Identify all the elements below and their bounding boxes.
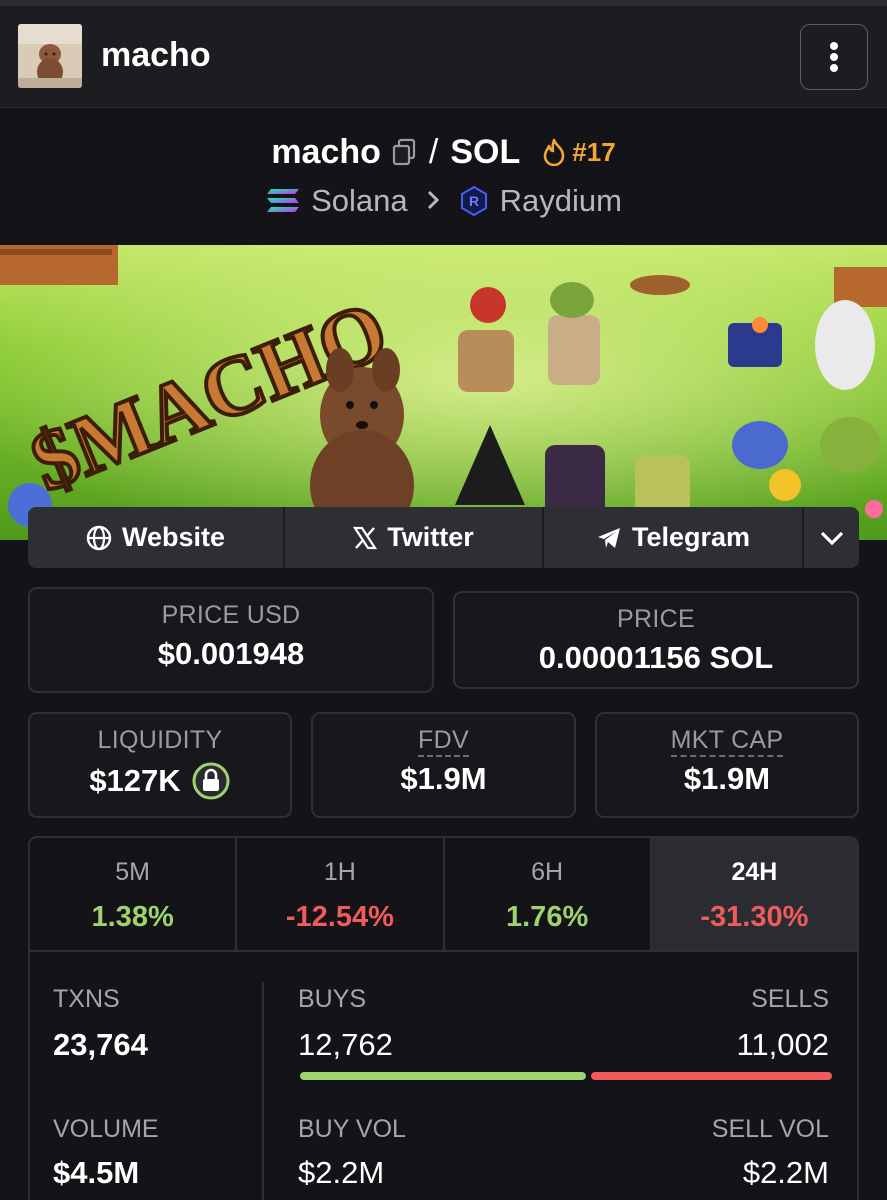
pair-title: macho / SOL #17 (0, 130, 887, 174)
panel-divider (262, 982, 264, 1200)
volume-label: VOLUME (53, 1115, 159, 1143)
fdv-value: $1.9M (400, 761, 487, 796)
tab-24h[interactable]: 24H -31.30% (651, 838, 857, 952)
buys-ratio-bar (300, 1072, 586, 1080)
sell-vol-value: $2.2M (742, 1155, 829, 1190)
locked-liquidity-icon[interactable] (191, 761, 231, 801)
txns-value: 23,764 (53, 1027, 148, 1062)
more-options-button[interactable] (800, 24, 868, 90)
raydium-icon: R (460, 185, 487, 217)
twitter-label: Twitter (387, 522, 474, 552)
buys-value: 12,762 (298, 1027, 393, 1062)
liquidity-card: LIQUIDITY $127K (28, 712, 292, 818)
mktcap-value: $1.9M (683, 761, 771, 796)
token-avatar[interactable] (18, 24, 82, 88)
copy-icon[interactable] (391, 138, 417, 166)
sell-vol-label: SELL VOL (711, 1115, 829, 1143)
solana-icon (267, 189, 300, 212)
base-token-name: macho (271, 132, 381, 171)
activity-panel: TXNS 23,764 BUYS 12,762 SELLS 11,002 VOL… (28, 950, 859, 1200)
timeframe-tabs: 5M 1.38% 1H -12.54% 6H 1.76% 24H -31.30% (28, 836, 859, 952)
tab-label: 1H (323, 858, 356, 886)
buys-label: BUYS (298, 985, 367, 1013)
price-native-card: PRICE 0.00001156 SOL (453, 591, 859, 689)
fdv-card[interactable]: FDV $1.9M (311, 712, 576, 818)
telegram-link[interactable]: Telegram (544, 507, 804, 568)
social-links-bar: Website Twitter Telegram (28, 507, 859, 568)
sells-ratio-bar (591, 1072, 832, 1080)
svg-text:R: R (469, 193, 479, 209)
website-label: Website (121, 522, 226, 552)
liquidity-value: $127K (89, 763, 181, 798)
price-native-label: PRICE (617, 605, 695, 633)
chevron-right-icon (426, 183, 440, 219)
website-link[interactable]: Website (28, 507, 285, 568)
chevron-down-icon (820, 531, 843, 545)
tab-5m[interactable]: 5M 1.38% (30, 838, 238, 952)
tab-label: 24H (731, 858, 778, 886)
app-header: macho (0, 6, 887, 108)
tab-label: 5M (115, 858, 150, 886)
tab-1h[interactable]: 1H -12.54% (237, 838, 445, 952)
price-usd-value: $0.001948 (157, 636, 305, 671)
change-value: 1.76% (506, 901, 589, 933)
chain-breadcrumb: Solana R Raydium (0, 180, 887, 222)
mktcap-card[interactable]: MKT CAP $1.9M (595, 712, 859, 818)
change-value: 1.38% (91, 901, 174, 933)
volume-value: $4.5M (53, 1155, 140, 1190)
pair-separator: / (428, 132, 439, 171)
buy-vol-value: $2.2M (298, 1155, 385, 1190)
telegram-icon (597, 527, 620, 548)
globe-icon (86, 525, 112, 550)
buy-vol-label: BUY VOL (298, 1115, 406, 1143)
dex-name[interactable]: Raydium (500, 183, 622, 219)
token-banner: $MACHO (0, 245, 887, 540)
change-value: -31.30% (700, 901, 809, 933)
sells-value: 11,002 (736, 1027, 829, 1062)
more-links-button[interactable] (804, 507, 859, 568)
price-native-value: 0.00001156 SOL (538, 640, 774, 675)
app-title: macho (101, 36, 211, 74)
kebab-menu-icon (830, 42, 838, 72)
tab-6h[interactable]: 6H 1.76% (445, 838, 652, 952)
price-usd-label: PRICE USD (161, 601, 301, 629)
rank-value: #17 (572, 136, 616, 167)
price-usd-card: PRICE USD $0.001948 (28, 587, 434, 693)
mktcap-label: MKT CAP (670, 726, 784, 757)
trending-rank-badge[interactable]: #17 (542, 136, 616, 168)
flame-icon (543, 138, 565, 166)
twitter-link[interactable]: Twitter (285, 507, 544, 568)
liquidity-label: LIQUIDITY (97, 726, 223, 754)
change-value: -12.54% (285, 901, 394, 933)
telegram-label: Telegram (631, 522, 751, 552)
chain-name[interactable]: Solana (311, 183, 408, 219)
tab-label: 6H (531, 858, 564, 886)
x-logo-icon (353, 526, 378, 549)
quote-token-name: SOL (450, 132, 521, 171)
sells-label: SELLS (751, 985, 829, 1013)
txns-label: TXNS (53, 985, 120, 1013)
fdv-label: FDV (418, 726, 469, 757)
